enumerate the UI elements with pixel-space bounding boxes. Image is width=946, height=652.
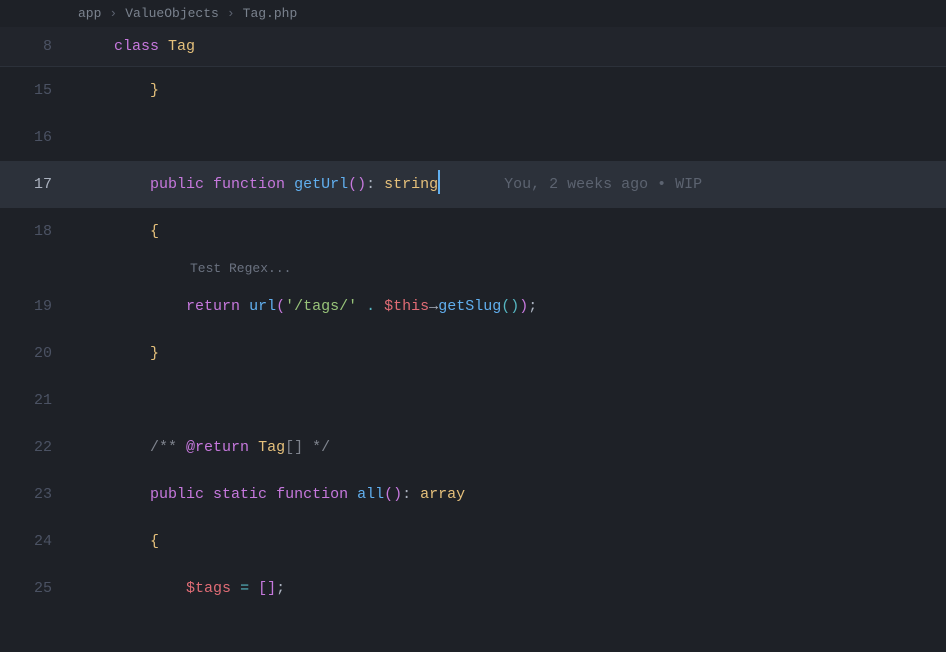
editor-line[interactable]: 18 {: [0, 208, 946, 255]
code-line[interactable]: class Tag: [78, 27, 946, 67]
editor-line[interactable]: 21: [0, 377, 946, 424]
code-line[interactable]: $tags = [];: [78, 565, 946, 612]
code-line[interactable]: return url('/tags/' . $this→getSlug());: [78, 283, 946, 330]
line-number: 24: [0, 518, 78, 565]
code-lens-row: Test Regex...: [0, 255, 946, 283]
code-line[interactable]: }: [78, 67, 946, 114]
chevron-right-icon: ›: [227, 6, 235, 21]
editor-line[interactable]: 23 public static function all(): array: [0, 471, 946, 518]
line-number: 20: [0, 330, 78, 377]
line-number: 23: [0, 471, 78, 518]
code-editor[interactable]: 8 class Tag 15 } 16 17 public function g…: [0, 27, 946, 612]
line-number: 15: [0, 67, 78, 114]
breadcrumb-seg-app[interactable]: app: [78, 6, 101, 21]
gutter-spacer: [0, 255, 78, 283]
editor-line[interactable]: 24 {: [0, 518, 946, 565]
editor-line[interactable]: 15 }: [0, 67, 946, 114]
editor-line[interactable]: 19 return url('/tags/' . $this→getSlug()…: [0, 283, 946, 330]
code-line[interactable]: /** @return Tag[] */: [78, 424, 946, 471]
code-lens-test-regex[interactable]: Test Regex...: [190, 255, 291, 283]
git-blame-annotation: You, 2 weeks ago • WIP: [504, 176, 702, 193]
editor-line-active[interactable]: 17 public function getUrl(): stringYou, …: [0, 161, 946, 208]
line-number: 21: [0, 377, 78, 424]
sticky-scroll-line[interactable]: 8 class Tag: [0, 27, 946, 67]
code-line[interactable]: {: [78, 208, 946, 255]
breadcrumb-seg-valueobjects[interactable]: ValueObjects: [125, 6, 219, 21]
code-line[interactable]: public function getUrl(): stringYou, 2 w…: [78, 161, 946, 208]
line-number: 16: [0, 114, 78, 161]
editor-line[interactable]: 22 /** @return Tag[] */: [0, 424, 946, 471]
chevron-right-icon: ›: [109, 6, 117, 21]
line-number: 22: [0, 424, 78, 471]
line-number: 19: [0, 283, 78, 330]
line-number: 17: [0, 161, 78, 208]
line-number: 25: [0, 565, 78, 612]
breadcrumb-seg-file[interactable]: Tag.php: [243, 6, 298, 21]
line-number: 8: [0, 27, 78, 67]
line-number: 18: [0, 208, 78, 255]
code-line[interactable]: {: [78, 518, 946, 565]
code-line[interactable]: }: [78, 330, 946, 377]
text-cursor: [438, 170, 440, 194]
code-line[interactable]: public static function all(): array: [78, 471, 946, 518]
editor-line[interactable]: 25 $tags = [];: [0, 565, 946, 612]
editor-line[interactable]: 20 }: [0, 330, 946, 377]
editor-line[interactable]: 16: [0, 114, 946, 161]
breadcrumb[interactable]: app › ValueObjects › Tag.php: [0, 0, 946, 27]
